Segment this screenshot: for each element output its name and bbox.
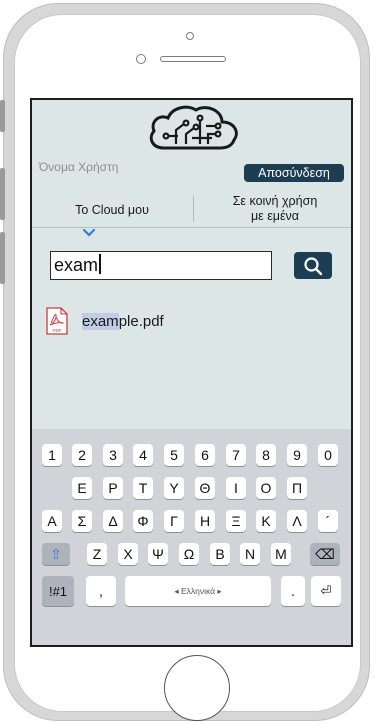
on-screen-keyboard: 1 2 3 4 5 6 7 8 9 0 Ε Ρ Τ Υ Θ Ι Ο Π Α Σ … [32, 429, 351, 645]
volume-down-button [0, 232, 5, 284]
key-3[interactable]: 3 [103, 444, 123, 466]
key-0[interactable]: 0 [318, 444, 338, 466]
key-beta[interactable]: Β [210, 543, 230, 565]
key-psi[interactable]: Ψ [148, 543, 168, 565]
proximity-sensor [136, 54, 146, 64]
key-alpha[interactable]: Α [42, 510, 62, 532]
key-omicron[interactable]: Ο [256, 477, 276, 499]
shift-icon: ⇧ [50, 545, 62, 562]
key-upsilon[interactable]: Υ [164, 477, 184, 499]
key-xi[interactable]: Ξ [226, 510, 246, 532]
key-1[interactable]: 1 [42, 444, 62, 466]
key-9[interactable]: 9 [287, 444, 307, 466]
symbols-key[interactable]: !#1 [42, 576, 74, 606]
shift-key[interactable]: ⇧ [42, 543, 70, 565]
magnifier-icon [304, 256, 323, 275]
key-pi[interactable]: Π [287, 477, 307, 499]
pdf-icon-label: PDF [53, 328, 62, 333]
earpiece-speaker [160, 56, 226, 62]
tab-shared-with-me[interactable]: Σε κοινή χρήση με εμένα [200, 194, 350, 226]
app-screen: Όνομα Χρήστη Αποσύνδεση Το Cloud μου Σε … [30, 98, 353, 647]
username-label: Όνομα Χρήστη [39, 160, 119, 174]
logout-button[interactable]: Αποσύνδεση [244, 164, 344, 182]
key-zeta[interactable]: Ζ [87, 543, 107, 565]
key-accent[interactable]: ´ [318, 510, 338, 532]
search-input-value: exam [54, 255, 99, 275]
key-4[interactable]: 4 [133, 444, 153, 466]
key-delta[interactable]: Δ [103, 510, 123, 532]
tab-shared-line2: με εμένα [250, 209, 300, 223]
backspace-key[interactable]: ⌫ [310, 543, 340, 565]
key-gamma[interactable]: Γ [164, 510, 184, 532]
key-phi[interactable]: Φ [133, 510, 153, 532]
key-eta[interactable]: Η [195, 510, 215, 532]
comma-key[interactable]: , [86, 576, 116, 606]
file-name-rest: ple.pdf [118, 312, 164, 330]
space-key[interactable]: ◂ Ελληνικά ▸ [125, 576, 271, 606]
period-key[interactable]: . [281, 576, 305, 606]
cloud-circuit-logo-icon [149, 105, 238, 150]
search-button[interactable] [294, 252, 332, 279]
key-chi[interactable]: Χ [118, 543, 138, 565]
key-tau[interactable]: Τ [133, 477, 153, 499]
file-result-name: example.pdf [82, 312, 164, 330]
tab-divider [193, 196, 194, 222]
key-mu[interactable]: Μ [271, 543, 291, 565]
key-sigma[interactable]: Σ [72, 510, 92, 532]
tab-shared-line1: Σε κοινή χρήση [232, 194, 318, 208]
return-key[interactable]: ⏎ [311, 576, 341, 606]
front-camera [186, 32, 194, 40]
key-omega[interactable]: Ω [179, 543, 199, 565]
key-theta[interactable]: Θ [195, 477, 215, 499]
pdf-file-icon: PDF [46, 307, 68, 335]
key-7[interactable]: 7 [226, 444, 246, 466]
file-result-item[interactable]: PDF example.pdf [46, 306, 164, 336]
key-epsilon[interactable]: Ε [72, 477, 92, 499]
tab-my-cloud[interactable]: Το Cloud μου [32, 196, 192, 224]
search-input[interactable]: exam [50, 251, 272, 280]
key-lambda[interactable]: Λ [287, 510, 307, 532]
mute-switch [0, 100, 5, 132]
key-iota[interactable]: Ι [226, 477, 246, 499]
chevron-down-icon [82, 228, 96, 237]
tab-bar-divider [32, 227, 351, 228]
key-5[interactable]: 5 [164, 444, 184, 466]
return-icon: ⏎ [320, 583, 332, 598]
key-8[interactable]: 8 [256, 444, 276, 466]
key-nu[interactable]: Ν [240, 543, 260, 565]
home-button[interactable] [164, 655, 230, 721]
volume-up-button [0, 168, 5, 220]
key-6[interactable]: 6 [195, 444, 215, 466]
key-rho[interactable]: Ρ [103, 477, 123, 499]
backspace-icon: ⌫ [315, 545, 335, 562]
search-match-highlight: exam [82, 312, 119, 330]
text-caret [99, 254, 101, 274]
key-kappa[interactable]: Κ [256, 510, 276, 532]
key-2[interactable]: 2 [72, 444, 92, 466]
